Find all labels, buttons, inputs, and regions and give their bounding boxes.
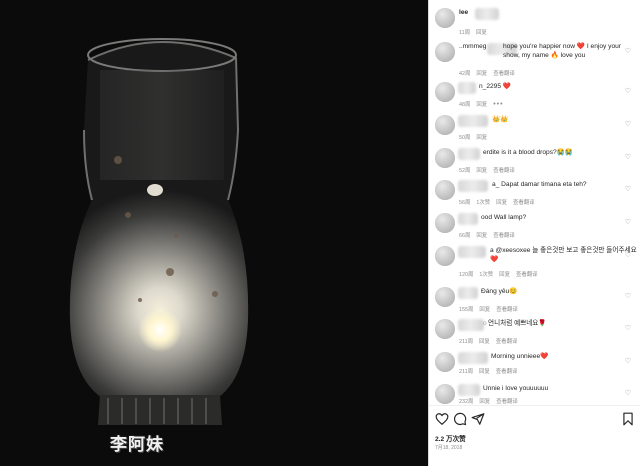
send-icon[interactable] [471,412,485,426]
reply-link[interactable]: 回复 [476,102,487,108]
reply-link[interactable]: 回复 [479,307,490,313]
avatar[interactable] [435,287,455,307]
bookmark-icon[interactable] [621,412,635,426]
translate-link[interactable]: 查看翻译 [516,272,538,278]
comment-time: 211周 [459,339,473,345]
avatar[interactable] [435,82,455,102]
comment-text: a @xeesoxee 늘 좋은것만 보고 좋은것만 들어주세요❤️ [490,247,637,263]
more-options-icon[interactable]: ••• [493,101,503,108]
post-photo [0,0,428,466]
reply-link[interactable]: 回复 [476,168,487,174]
avatar[interactable] [435,352,455,372]
comments-panel: lee 11周 回复 hope you're happier now ❤️ I e… [428,0,640,466]
translate-link[interactable]: 查看翻译 [496,339,518,345]
avatar[interactable] [435,246,455,266]
comment-time: 211周 [459,369,473,375]
translate-link[interactable]: 查看翻译 [513,200,535,206]
translate-link[interactable]: 查看翻译 [493,71,515,77]
heart-icon[interactable]: ♡ [625,252,631,259]
comment-time: 42周 [459,71,471,77]
avatar[interactable] [435,319,455,339]
avatar[interactable] [435,384,455,404]
heart-icon[interactable] [435,412,449,426]
translate-link[interactable]: 查看翻译 [496,369,518,375]
comment-text: a_ Dapat damar timana eta teh? [492,181,587,188]
reply-link[interactable]: 回复 [499,272,510,278]
reply-link[interactable]: 回复 [479,339,490,345]
comment-time: 155周 [459,307,474,313]
comment-prefix: ..mmmeg [459,43,487,50]
heart-icon[interactable]: ♡ [625,293,631,300]
avatar[interactable] [435,148,455,168]
translate-link[interactable]: 查看翻译 [496,307,518,313]
comment-time: 66周 [459,233,471,239]
reply-link[interactable]: 回复 [476,233,487,239]
avatar[interactable] [435,8,455,28]
comment-text: ood Wall lamp? [481,214,527,221]
comment-text: 👑👑 [492,116,509,123]
comment-text: erdite is it a blood drops?😭😭 [483,149,574,156]
like-count: 1次赞 [479,272,494,278]
comment-prefix: o [483,320,487,327]
comment-time: 56周 [459,200,471,206]
reply-link[interactable]: 回复 [476,30,487,36]
comment-time: 48周 [459,102,471,108]
like-count[interactable]: 2.2 万次赞 [435,433,466,443]
post-date: 7月18, 2018 [435,445,463,451]
redacted-name [475,8,499,20]
heart-icon[interactable]: ♡ [625,88,631,95]
comment-text: n_2295 ❤️ [479,83,512,90]
translate-link[interactable]: 查看翻译 [493,168,515,174]
avatar[interactable] [435,213,455,233]
reply-link[interactable]: 回复 [476,71,487,77]
lamp-image [0,0,428,466]
caption-time: 11周 [459,30,470,36]
heart-icon[interactable]: ♡ [625,48,631,55]
reply-link[interactable]: 回复 [479,369,490,375]
avatar[interactable] [435,180,455,200]
heart-icon[interactable]: ♡ [625,390,631,397]
avatar[interactable] [435,115,455,135]
comment-time: 50周 [459,135,471,141]
comment-text: Unnie i love youuuuuu [483,385,549,392]
comment-text: Morning unnieee❤️ [491,353,549,360]
comment-time: 52周 [459,168,471,174]
heart-icon[interactable]: ♡ [625,154,631,161]
reply-link[interactable]: 回复 [496,200,507,206]
comment-text: Đáng yêu😊 [481,288,518,295]
post-actions: 2.2 万次赞 7月18, 2018 [429,405,640,466]
like-count: 1次赞 [476,200,491,206]
comment-time: 120周 [459,272,474,278]
translate-link[interactable]: 查看翻译 [493,233,515,239]
heart-icon[interactable]: ♡ [625,325,631,332]
reply-link[interactable]: 回复 [476,135,487,141]
comment-icon[interactable] [453,412,467,426]
heart-icon[interactable]: ♡ [625,121,631,128]
heart-icon[interactable]: ♡ [625,358,631,365]
heart-icon[interactable]: ♡ [625,219,631,226]
comments-list[interactable]: lee 11周 回复 hope you're happier now ❤️ I e… [429,0,640,405]
heart-icon[interactable]: ♡ [625,186,631,193]
avatar[interactable] [435,42,455,62]
watermark: 李阿妹 [110,435,164,455]
